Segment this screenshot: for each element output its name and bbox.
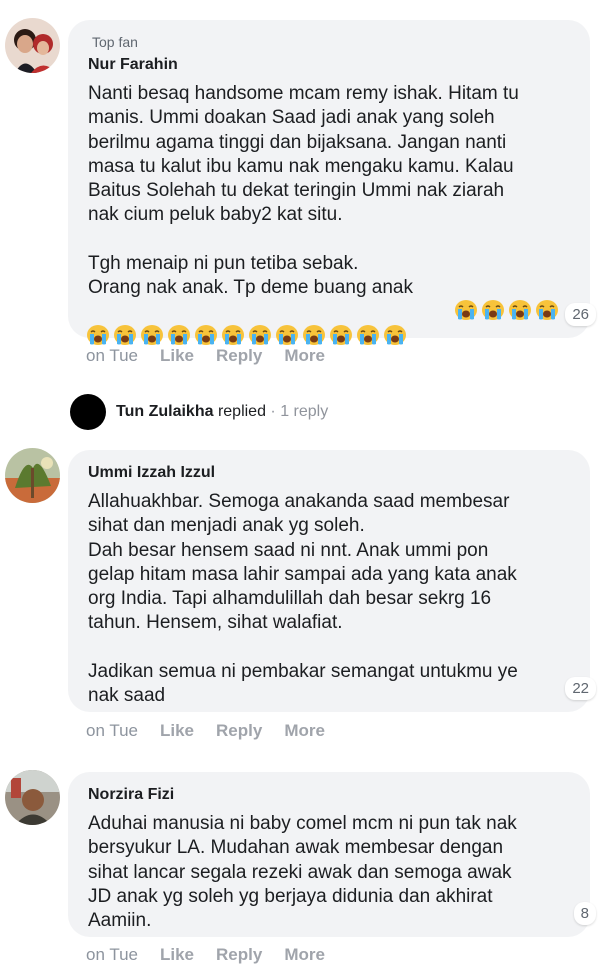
comment-actions: on Tue Like Reply More	[86, 945, 325, 965]
more-button[interactable]: More	[284, 945, 325, 965]
reply-count[interactable]: · 1 reply	[270, 403, 328, 420]
loudly-crying-face-icon	[383, 324, 407, 346]
more-button[interactable]: More	[284, 721, 325, 741]
loudly-crying-face-icon	[329, 324, 353, 346]
reaction-count: 8	[580, 905, 589, 922]
comment-author[interactable]: Ummi Izzah Izzul	[88, 464, 570, 482]
comment-text: Nanti besaq handsome mcam remy ishak. Hi…	[88, 83, 519, 299]
comment-timestamp[interactable]: on Tue	[86, 945, 138, 965]
comment-actions: on Tue Like Reply More	[86, 346, 325, 366]
avatar[interactable]	[5, 770, 60, 825]
comment-timestamp[interactable]: on Tue	[86, 721, 138, 741]
reaction-count: 26	[572, 306, 589, 323]
loudly-crying-face-icon	[356, 324, 380, 346]
reaction-count-badge[interactable]: 8	[573, 902, 596, 925]
comment-text: Allahuakhbar. Semoga anakanda saad membe…	[88, 491, 518, 707]
loudly-crying-face-icon	[302, 324, 326, 346]
reply-verb: replied	[217, 403, 266, 420]
comment-bubble: Ummi Izzah Izzul Allahuakhbar. Semoga an…	[68, 450, 596, 712]
reaction-count: 22	[572, 680, 589, 697]
reply-button[interactable]: Reply	[216, 346, 262, 366]
loudly-crying-face-icon	[140, 324, 164, 346]
comment-bubble: Top fan Nur Farahin Nanti besaq handsome…	[68, 20, 596, 345]
loudly-crying-face-icon	[248, 324, 272, 346]
comment-bubble: Norzira Fizi Aduhai manusia ni baby come…	[68, 772, 596, 937]
comment-actions: on Tue Like Reply More	[86, 721, 325, 741]
avatar[interactable]	[5, 448, 60, 503]
like-button[interactable]: Like	[160, 346, 194, 366]
top-fan-badge: Top fan	[92, 34, 138, 50]
loudly-crying-face-icon	[86, 324, 110, 346]
like-button[interactable]: Like	[160, 945, 194, 965]
loudly-crying-face-icon	[167, 324, 191, 346]
emoji-row	[454, 299, 562, 325]
loudly-crying-face-icon	[454, 299, 478, 321]
like-button[interactable]: Like	[160, 721, 194, 741]
comment-timestamp[interactable]: on Tue	[86, 346, 138, 366]
reply-button[interactable]: Reply	[216, 945, 262, 965]
reaction-count-badge[interactable]: 26	[565, 303, 596, 326]
comment-text: Aduhai manusia ni baby comel mcm ni pun …	[88, 813, 517, 932]
loudly-crying-face-icon	[275, 324, 299, 346]
avatar[interactable]	[5, 18, 60, 73]
loudly-crying-face-icon	[221, 324, 245, 346]
avatar	[70, 394, 106, 430]
loudly-crying-face-icon	[535, 299, 559, 321]
reply-author[interactable]: Tun Zulaikha	[116, 403, 213, 420]
comment-author[interactable]: Norzira Fizi	[88, 786, 570, 804]
reply-button[interactable]: Reply	[216, 721, 262, 741]
reaction-count-badge[interactable]: 22	[565, 677, 596, 700]
comment-author[interactable]: Nur Farahin	[88, 56, 570, 74]
loudly-crying-face-icon	[113, 324, 137, 346]
loudly-crying-face-icon	[508, 299, 532, 321]
loudly-crying-face-icon	[194, 324, 218, 346]
loudly-crying-face-icon	[481, 299, 505, 321]
more-button[interactable]: More	[284, 346, 325, 366]
reply-thread[interactable]: Tun Zulaikha replied · 1 reply	[70, 394, 328, 430]
